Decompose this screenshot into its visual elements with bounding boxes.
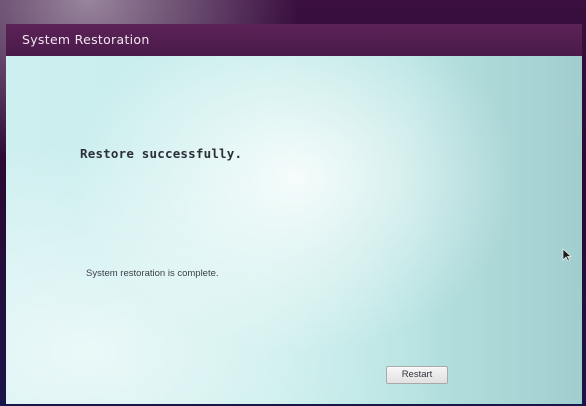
window-titlebar: System Restoration — [6, 24, 582, 56]
mouse-pointer-icon — [562, 248, 572, 262]
system-restoration-window: System Restoration Restore successfully.… — [6, 24, 582, 404]
desktop-screen: System Restoration Restore successfully.… — [0, 0, 586, 406]
restore-status-heading: Restore successfully. — [80, 146, 243, 161]
restart-button[interactable]: Restart — [386, 366, 448, 384]
window-title: System Restoration — [22, 32, 150, 47]
restore-complete-message: System restoration is complete. — [86, 268, 219, 279]
window-content: Restore successfully. System restoration… — [6, 56, 582, 404]
